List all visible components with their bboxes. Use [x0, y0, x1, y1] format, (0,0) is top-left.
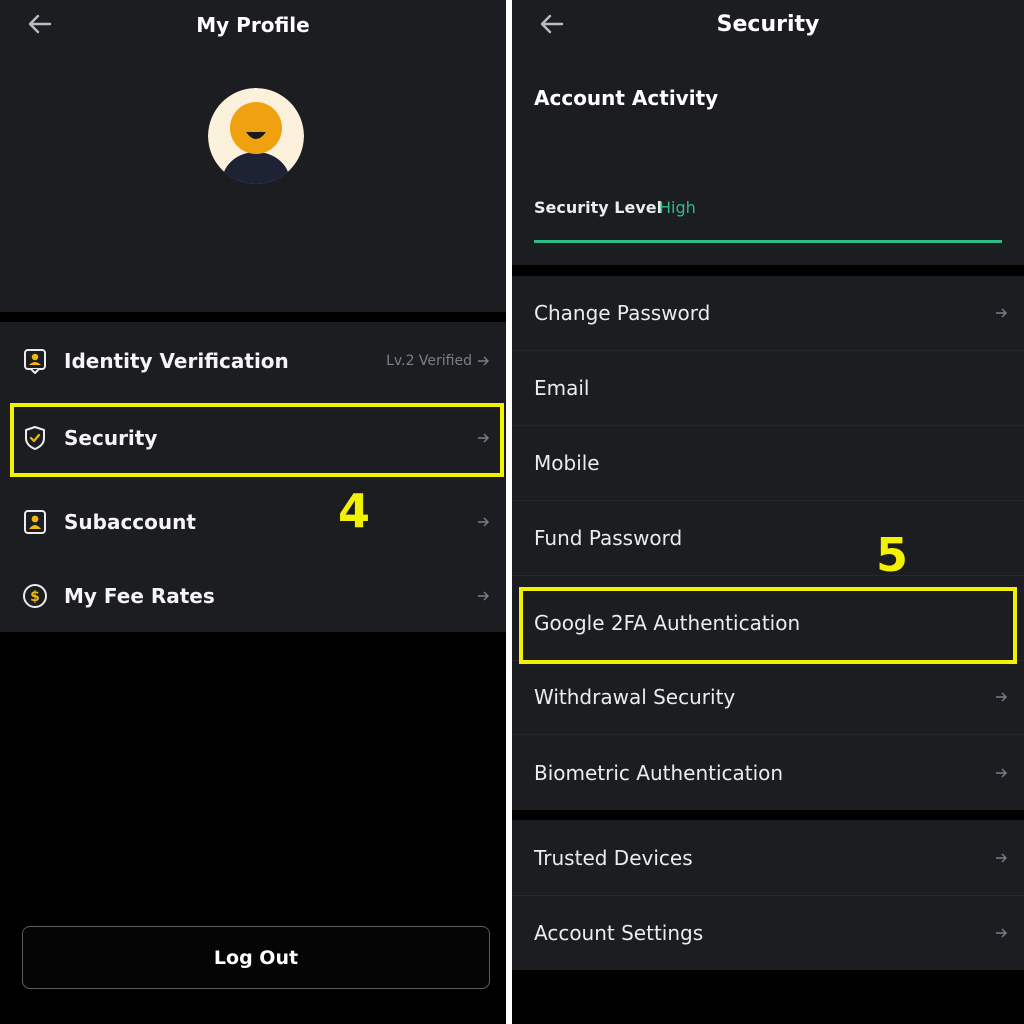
arrow-right-icon: [996, 692, 1007, 702]
profile-menu: Identity Verification Lv.2 Verified Secu…: [0, 322, 506, 632]
arrow-right-icon: [478, 517, 489, 526]
setting-withdrawal-security[interactable]: Withdrawal Security: [512, 660, 1024, 734]
setting-mobile[interactable]: Mobile: [512, 426, 1024, 500]
security-level-value: High: [659, 198, 696, 217]
setting-label: Fund Password: [534, 526, 683, 550]
security-screen: Security Account Activity Security Level…: [512, 0, 1024, 1024]
profile-header: My Profile: [0, 0, 506, 60]
step-number-label: 5: [876, 528, 909, 582]
arrow-right-icon: [996, 308, 1007, 318]
setting-label: Mobile: [534, 451, 600, 475]
setting-trusted-devices[interactable]: Trusted Devices: [512, 820, 1024, 895]
setting-label: Change Password: [534, 301, 711, 325]
security-overview-card: Account Activity Security Level High: [512, 60, 1024, 265]
setting-label: Biometric Authentication: [534, 760, 784, 785]
page-title: My Profile: [196, 13, 310, 37]
svg-text:$: $: [30, 589, 40, 605]
security-header: Security: [512, 0, 1024, 60]
menu-item-fee-rates[interactable]: $ My Fee Rates: [0, 559, 506, 632]
avatar[interactable]: [208, 88, 304, 184]
id-badge-icon: [24, 349, 46, 374]
device-settings-list: Trusted Devices Account Settings: [512, 820, 1024, 970]
page-title: Security: [716, 12, 820, 37]
menu-item-subaccount[interactable]: Subaccount: [0, 484, 506, 559]
security-level-label: Security Level: [534, 198, 663, 217]
logout-button[interactable]: Log Out: [22, 926, 490, 989]
setting-label: Account Settings: [534, 920, 704, 945]
setting-email[interactable]: Email: [512, 351, 1024, 425]
setting-fund-password[interactable]: Fund Password: [512, 501, 1024, 575]
security-level-bar: [534, 240, 1002, 243]
account-activity-link[interactable]: Account Activity: [534, 86, 718, 110]
profile-card: [0, 60, 506, 312]
arrow-right-icon: [478, 356, 489, 366]
setting-label: Trusted Devices: [534, 845, 693, 870]
setting-label: Withdrawal Security: [534, 685, 736, 709]
menu-item-label: My Fee Rates: [64, 583, 215, 608]
setting-change-password[interactable]: Change Password: [512, 276, 1024, 350]
security-settings-list: Change Password Email Mobile Fund Passwo…: [512, 276, 1024, 810]
menu-item-identity-verification[interactable]: Identity Verification Lv.2 Verified: [0, 322, 506, 400]
arrow-right-icon: [478, 591, 489, 600]
setting-account-settings[interactable]: Account Settings: [512, 895, 1024, 970]
setting-biometric-authentication[interactable]: Biometric Authentication: [512, 735, 1024, 810]
step-number-label: 4: [338, 484, 371, 538]
arrow-right-icon: [996, 768, 1007, 777]
menu-item-label: Identity Verification: [64, 349, 289, 373]
verification-status: Lv.2 Verified: [386, 353, 472, 369]
my-profile-screen: My Profile Identity Verification Lv.2 Ve…: [0, 0, 506, 1024]
security-highlight-box: [10, 403, 504, 477]
divider: [512, 575, 1024, 576]
arrow-right-icon: [996, 853, 1007, 862]
avatar-face-icon: [208, 88, 304, 184]
dollar-coin-icon: $: [23, 583, 47, 608]
user-square-icon: [24, 509, 46, 534]
google-2fa-highlight-box: [519, 587, 1017, 664]
menu-item-label: Subaccount: [64, 509, 196, 534]
setting-label: Email: [534, 376, 590, 400]
arrow-right-icon: [996, 928, 1007, 937]
